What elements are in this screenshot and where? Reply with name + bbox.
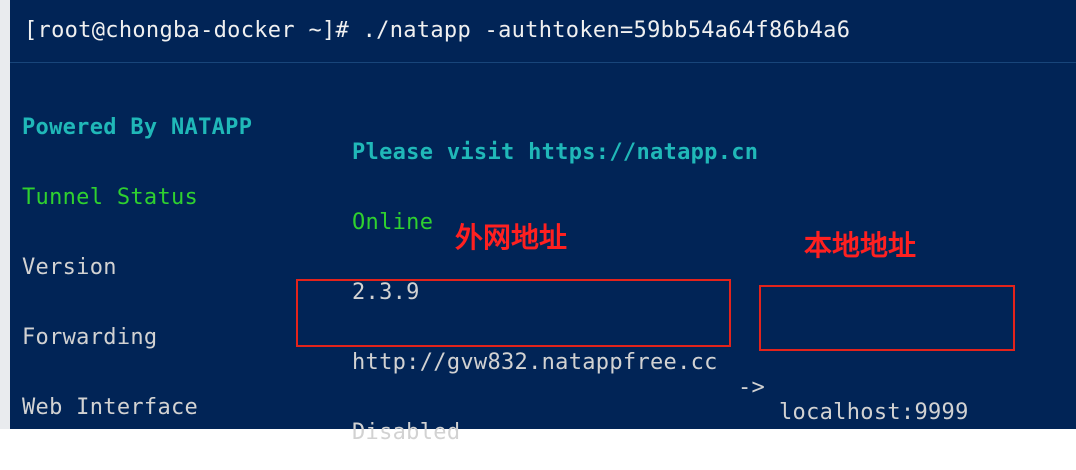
local-address-annotation: 本地地址 — [804, 229, 917, 262]
command-line: [root@chongba-docker ~]# ./natapp -autht… — [24, 18, 851, 43]
forwarding-local: localhost:9999 — [779, 400, 969, 425]
row-value: Online — [352, 210, 434, 235]
row-key: Version — [22, 255, 117, 280]
row-key: Powered By NATAPP — [22, 115, 253, 140]
row-key: Web Interface — [22, 395, 199, 420]
local-address-box — [759, 285, 1015, 351]
row-key: Forwarding — [22, 325, 158, 350]
terminal-window[interactable]: [root@chongba-docker ~]# ./natapp -autht… — [10, 0, 1076, 445]
row-value: Disabled — [352, 420, 461, 445]
external-address-annotation: 外网地址 — [455, 221, 568, 254]
separator — [10, 62, 1076, 63]
row-key: Tunnel Status — [22, 185, 199, 210]
forwarding-url: http://gvw832.natappfree.cc — [352, 350, 718, 375]
row-value: Please visit https://natapp.cn — [352, 140, 759, 165]
forwarding-arrow: -> — [738, 375, 766, 400]
row-web-interface: Web Interface Disabled — [22, 370, 460, 470]
external-address-box — [296, 279, 731, 347]
